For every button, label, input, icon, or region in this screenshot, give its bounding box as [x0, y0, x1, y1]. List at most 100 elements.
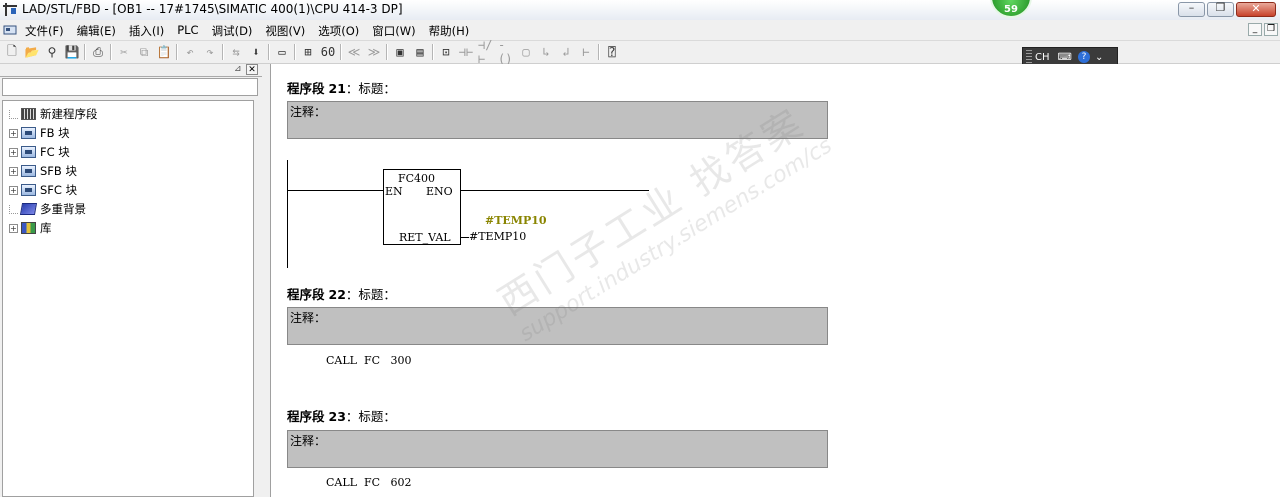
eno-pin: ENO [426, 185, 453, 198]
print-icon[interactable]: ⎙ [90, 44, 106, 60]
window-title: LAD/STL/FBD - [OB1 -- 17#1745\SIMATIC 40… [22, 2, 403, 16]
close-branch-icon[interactable]: ↲ [558, 44, 574, 60]
network-comment[interactable]: 注释： [287, 307, 828, 345]
comment-label: 注释： [290, 434, 327, 448]
expand-icon[interactable]: + [9, 185, 18, 195]
network-title-label: 标题： [358, 287, 396, 302]
block-folder-icon [21, 127, 36, 139]
restore-button[interactable]: ❐ [1207, 1, 1234, 17]
mdi-minimize-button[interactable]: _ [1248, 23, 1262, 36]
network-comment[interactable]: 注释： [287, 430, 828, 468]
expand-icon[interactable]: + [9, 166, 18, 176]
minimize-button[interactable]: – [1178, 1, 1205, 17]
fc-call-box[interactable]: FC400 EN ENO RET_VAL [383, 169, 461, 245]
notification-badge[interactable]: 59 [990, 0, 1032, 18]
cut-icon[interactable]: ✂ [116, 44, 132, 60]
overview-icon[interactable]: ▭ [274, 44, 290, 60]
pin-icon[interactable]: ⊿ [234, 64, 244, 75]
detail-view-icon[interactable]: ▣ [392, 44, 408, 60]
tree-item[interactable]: + FC 块 [9, 143, 70, 161]
menu-item[interactable]: 选项(O) [318, 23, 366, 39]
stl-statement[interactable]: CALL FC 300 [326, 354, 412, 367]
monitor-icon[interactable]: 60 [320, 44, 336, 60]
network-title-label: 标题： [358, 81, 396, 96]
copy-icon[interactable]: ⧉ [136, 44, 152, 60]
next-network-icon[interactable]: ≫ [366, 44, 382, 60]
accessible-nodes-icon[interactable]: ⚲ [44, 44, 60, 60]
stl-statement[interactable]: CALL FC 602 [326, 476, 412, 489]
tree-item[interactable]: + SFB 块 [9, 162, 77, 180]
network-view-icon[interactable]: ⊞ [300, 44, 316, 60]
empty-box-icon[interactable]: ▢ [518, 44, 534, 60]
menu-item[interactable]: 插入(I) [129, 23, 171, 39]
tree-item[interactable]: 多重背景 [9, 200, 86, 218]
paste-icon[interactable]: 📋 [156, 44, 172, 60]
grip-icon[interactable] [1026, 50, 1032, 64]
rung-line-left [287, 190, 383, 191]
code-editor[interactable]: 程序段 21：标题： 注释： FC400 EN ENO RET_VAL #TEM… [271, 64, 1280, 497]
network-sep: ： [345, 287, 359, 302]
close-button[interactable]: ✕ [1236, 2, 1276, 17]
ret-val-operand[interactable]: #TEMP10 [469, 230, 526, 243]
multi-instance-icon [19, 203, 38, 215]
network-number: 21 [328, 81, 346, 96]
menu-item[interactable]: 视图(V) [265, 23, 312, 39]
coil-icon[interactable]: -() [498, 38, 514, 66]
help-icon[interactable]: ? [1077, 51, 1090, 63]
undo-icon[interactable]: ↶ [182, 44, 198, 60]
prev-network-icon[interactable]: ≪ [346, 44, 362, 60]
panel-close-button[interactable]: ✕ [246, 64, 258, 75]
image-icon[interactable]: ▤ [412, 44, 428, 60]
operand-annotation: #TEMP10 [485, 214, 547, 227]
network-title: 程序段 21：标题： [287, 78, 396, 97]
en-pin: EN [385, 185, 403, 198]
open-branch-icon[interactable]: ↳ [538, 44, 554, 60]
menu-item[interactable]: 调试(D) [212, 23, 260, 39]
new-icon[interactable]: 🗋 [4, 44, 20, 60]
tree-item[interactable]: + SFC 块 [9, 181, 77, 199]
tree-item[interactable]: + 库 [9, 219, 52, 237]
new-network-icon[interactable]: ⊡ [438, 44, 454, 60]
help-pointer-icon[interactable]: ⍰ [604, 44, 620, 60]
menu-item[interactable]: 编辑(E) [77, 23, 123, 39]
ime-language[interactable]: CH [1035, 52, 1050, 63]
connection-icon[interactable]: ⊢ [578, 44, 594, 60]
redo-icon[interactable]: ↷ [202, 44, 218, 60]
block-folder-icon [21, 146, 36, 158]
tree-item[interactable]: 新建程序段 [9, 105, 98, 123]
ret-val-wire [461, 237, 469, 238]
normally-open-contact-icon[interactable]: ⊣⊢ [458, 44, 474, 60]
menu-item[interactable]: PLC [177, 23, 205, 39]
expand-icon[interactable]: + [9, 147, 18, 157]
open-icon[interactable]: 📂 [24, 44, 40, 60]
download-icon[interactable]: ⬇ [248, 44, 264, 60]
save-icon[interactable]: 💾 [64, 44, 80, 60]
document-icon[interactable] [3, 24, 17, 36]
network-comment[interactable]: 注释： [287, 101, 828, 139]
expand-icon[interactable]: + [9, 223, 18, 233]
network-sep: ： [345, 409, 359, 424]
tree-line [9, 204, 18, 214]
mdi-restore-button[interactable]: ❐ [1264, 23, 1278, 36]
network-prefix: 程序段 [287, 81, 325, 96]
tree-item[interactable]: + FB 块 [9, 124, 70, 142]
lad-editor-icon [3, 3, 17, 16]
menu-item[interactable]: 窗口(W) [372, 23, 422, 39]
network-title: 程序段 23：标题： [287, 406, 396, 425]
menu-item[interactable]: 帮助(H) [429, 23, 477, 39]
splitter[interactable] [262, 64, 271, 497]
ret-val-pin: RET_VAL [399, 231, 451, 244]
comment-label: 注释： [290, 311, 327, 325]
network-icon [21, 108, 36, 120]
online-icon[interactable]: ⇆ [228, 44, 244, 60]
comment-label: 注释： [290, 105, 327, 119]
menu-item[interactable]: 文件(F) [25, 23, 71, 39]
tree-item-label: SFC 块 [40, 183, 78, 197]
network-title-label: 标题： [358, 409, 396, 424]
menu-bar: 文件(F) 编辑(E) 插入(I) PLC 调试(D) 视图(V) 选项(O) 窗口(W) 帮助… [0, 20, 1280, 41]
keyboard-icon[interactable]: ⌨ [1058, 52, 1072, 63]
normally-closed-contact-icon[interactable]: ⊣/⊢ [478, 38, 494, 66]
expand-icon[interactable]: + [9, 128, 18, 138]
chevron-down-icon[interactable]: ⌄ [1095, 52, 1103, 63]
network-prefix: 程序段 [287, 409, 325, 424]
